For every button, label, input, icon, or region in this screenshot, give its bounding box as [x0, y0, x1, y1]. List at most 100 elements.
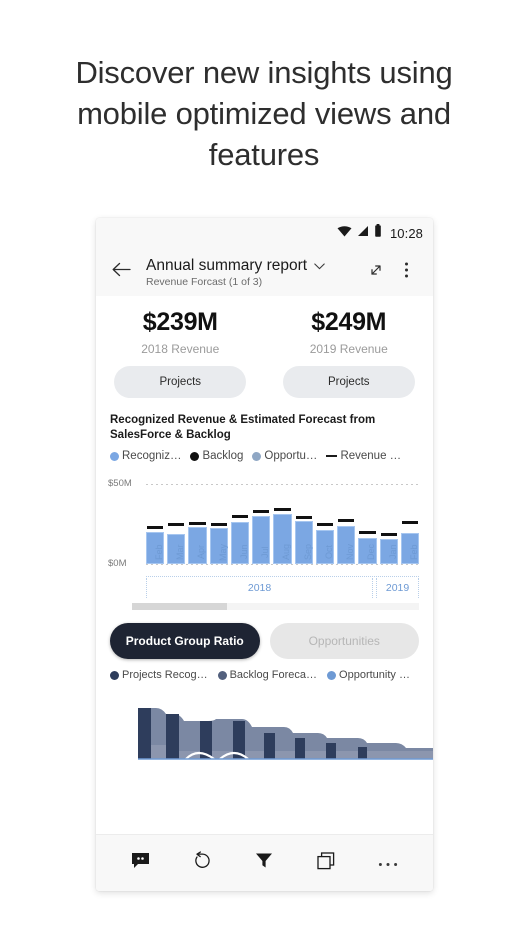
legend-label: Opportunity … [339, 669, 410, 681]
report-title-block[interactable]: Annual summary report Revenue Forcast (1… [138, 257, 361, 288]
y-axis-bottom-label: $0M [108, 558, 127, 569]
chevron-down-icon[interactable] [314, 257, 325, 275]
legend-dot-icon [327, 670, 337, 680]
legend-item[interactable]: Backlog [190, 450, 243, 462]
area-chart-legend: Projects Recog… Backlog Foreca… Opportun… [110, 669, 419, 681]
forecast-marker [316, 523, 334, 527]
x-axis-labels: Feb Mar Apr May Jun Jul Aug Sep Oct Nov Dec Jan Feb [146, 530, 419, 574]
area-column [264, 733, 275, 759]
area-column [138, 708, 151, 759]
forecast-marker [231, 515, 249, 519]
comment-icon [131, 852, 150, 874]
kpi-card: $239M 2018 Revenue Projects [96, 308, 265, 398]
expand-icon [367, 261, 385, 284]
x-axis-year-label: 2018 [146, 578, 374, 598]
legend-dot-icon [110, 670, 119, 680]
legend-label: Recogniz… [122, 450, 182, 462]
legend-item[interactable]: Opportunity … [327, 669, 410, 681]
area-chart[interactable] [96, 693, 433, 773]
forecast-marker [147, 525, 164, 529]
forecast-marker [210, 522, 227, 526]
x-axis-tick-label: Dec [366, 544, 377, 561]
x-axis-tick-label: Aug [281, 544, 292, 561]
area-column [295, 738, 305, 759]
pages-icon [317, 851, 335, 875]
legend-dot-icon [217, 670, 227, 680]
bar-chart-legend: Recogniz… Backlog Opportu… Revenue … [110, 450, 419, 462]
refresh-icon [193, 851, 212, 875]
filter-button[interactable] [246, 845, 282, 881]
pages-button[interactable] [308, 845, 344, 881]
kpi-projects-button[interactable]: Projects [282, 366, 415, 398]
forecast-marker [168, 522, 185, 526]
legend-item[interactable]: Revenue … [326, 450, 401, 462]
report-canvas: $239M 2018 Revenue Projects $249M 2019 R… [96, 296, 433, 834]
y-axis-top-label: $50M [108, 478, 132, 489]
x-axis-tick-label: Jun [239, 544, 250, 560]
forecast-marker [253, 509, 270, 513]
legend-item[interactable]: Projects Recog… [110, 669, 208, 681]
area-column [358, 747, 367, 759]
tab-product-group-ratio[interactable]: Product Group Ratio [110, 623, 260, 659]
tab-opportunities[interactable]: Opportunities [269, 623, 419, 659]
forecast-marker [274, 508, 291, 512]
legend-label: Projects Recog… [122, 669, 208, 681]
status-bar: 10:28 [96, 218, 433, 248]
chart-scrollbar[interactable] [132, 603, 419, 610]
area-column [326, 743, 336, 759]
back-button[interactable] [104, 255, 138, 289]
legend-line-icon [326, 455, 338, 457]
x-axis-tick-label: Mar [175, 544, 186, 560]
wifi-icon [337, 224, 352, 242]
x-axis-tick-label: Apr [196, 545, 207, 560]
more-menu-button[interactable] [391, 257, 421, 287]
kpi-row: $239M 2018 Revenue Projects $249M 2019 R… [96, 296, 433, 398]
x-axis-tick-label: Feb [409, 544, 420, 560]
x-axis-tick-label: Sep [302, 544, 313, 561]
forecast-marker [401, 521, 419, 524]
x-axis-tick-label: Jan [387, 544, 398, 560]
bar-chart-title: Recognized Revenue & Estimated Forecast … [110, 414, 376, 441]
bottom-toolbar [96, 834, 433, 891]
x-axis-year-groups: 2018 2019 [146, 578, 419, 598]
legend-item[interactable]: Recogniz… [110, 450, 181, 462]
kpi-card: $249M 2019 Revenue Projects [265, 308, 434, 398]
chart-scrollbar-thumb[interactable] [132, 603, 227, 610]
report-subtitle: Revenue Forcast (1 of 3) [146, 275, 263, 288]
kpi-projects-button[interactable]: Projects [114, 366, 247, 398]
area-column [166, 714, 179, 759]
signal-icon [357, 224, 369, 242]
legend-dot-icon [110, 451, 119, 461]
app-bar: Annual summary report Revenue Forcast (1… [96, 248, 433, 296]
refresh-button[interactable] [185, 845, 221, 881]
forecast-marker [338, 518, 355, 522]
more-horizontal-icon [378, 854, 398, 872]
page-headline: Discover new insights using mobile optim… [75, 55, 453, 172]
legend-item[interactable]: Opportu… [252, 450, 317, 462]
more-button[interactable] [370, 845, 406, 881]
status-time: 10:28 [389, 225, 423, 241]
area-chart-svg [138, 708, 433, 760]
x-axis-tick-label: Jul [260, 546, 271, 558]
kpi-label: 2019 Revenue [309, 342, 388, 356]
filter-icon [255, 852, 273, 874]
x-axis-tick-label: Nov [345, 544, 356, 561]
legend-label: Opportu… [264, 450, 318, 462]
legend-item[interactable]: Backlog Foreca… [217, 669, 317, 681]
phone-mockup: 10:28 Annual summary report Revenue Forc… [96, 218, 433, 891]
x-axis-tick-label: Oct [324, 545, 335, 560]
tab-row: Product Group Ratio Opportunities [110, 623, 419, 659]
forecast-marker [189, 521, 206, 525]
kpi-label: 2018 Revenue [141, 342, 220, 356]
expand-button[interactable] [361, 257, 391, 287]
kpi-value: $239M [142, 308, 218, 336]
comments-button[interactable] [123, 845, 159, 881]
x-axis-tick-label: May [217, 543, 228, 561]
bar-chart[interactable]: $50M $0M Feb Mar Apr May Jun Jul Aug Sep Oct Nov D… [96, 472, 433, 600]
x-axis-tick-label: Feb [154, 544, 165, 560]
kpi-value: $249M [311, 308, 387, 336]
battery-icon [374, 224, 382, 242]
legend-label: Revenue … [340, 450, 402, 462]
more-vertical-icon [404, 261, 409, 284]
x-axis-year-label: 2019 [376, 578, 419, 598]
